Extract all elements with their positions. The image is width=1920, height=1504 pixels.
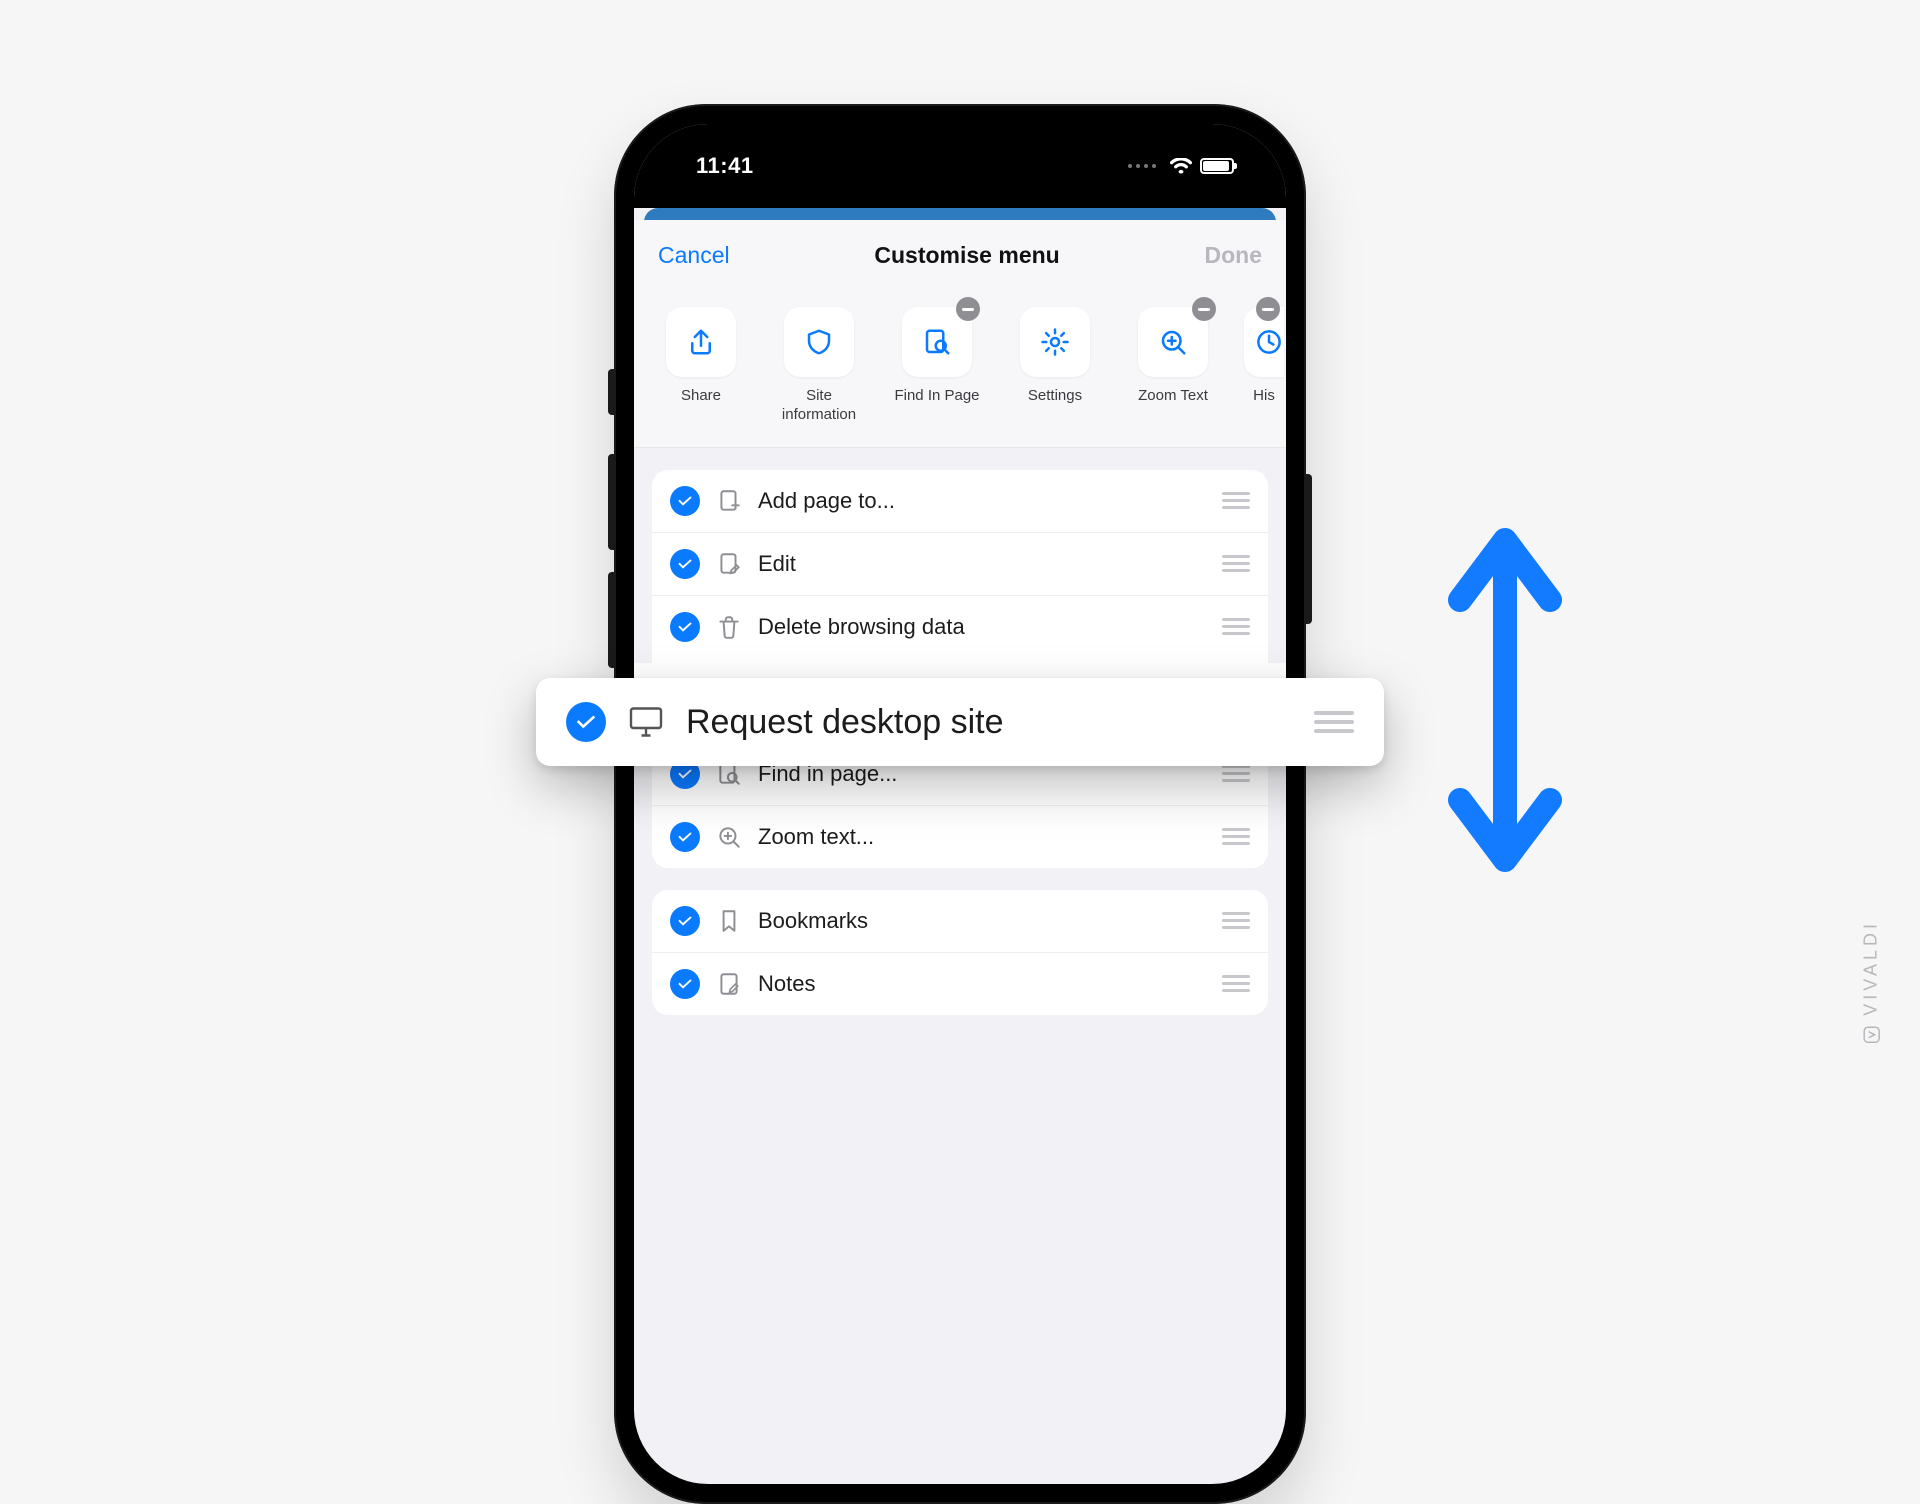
- drag-handle-icon[interactable]: [1222, 971, 1250, 996]
- remove-card-icon[interactable]: [956, 297, 980, 321]
- card-label: Site information: [772, 387, 866, 425]
- toolbar-card[interactable]: Zoom Text: [1126, 307, 1220, 425]
- card-label: Find In Page: [894, 387, 979, 423]
- done-button[interactable]: Done: [1205, 242, 1263, 269]
- toolbar-card[interactable]: Settings: [1008, 307, 1102, 425]
- wifi-icon: [1170, 158, 1192, 174]
- customise-sheet: Cancel Customise menu Done Share Site inf…: [634, 220, 1286, 1015]
- volume-down-button: [608, 572, 614, 668]
- check-icon[interactable]: [670, 612, 700, 642]
- battery-icon: [1200, 158, 1234, 174]
- gear-icon: [1020, 307, 1090, 377]
- desktop-icon: [628, 704, 664, 740]
- menu-row[interactable]: Zoom text...: [652, 805, 1268, 868]
- toolbar-card[interactable]: Share: [654, 307, 748, 425]
- phone-frame: 11:41 Cancel Customise menu Done Share Si…: [614, 104, 1306, 1504]
- check-icon[interactable]: [670, 486, 700, 516]
- cancel-button[interactable]: Cancel: [658, 242, 730, 269]
- toolbar-card[interactable]: Site information: [772, 307, 866, 425]
- edit-icon: [716, 551, 742, 577]
- remove-card-icon[interactable]: [1256, 297, 1280, 321]
- cellular-dots-icon: [1128, 164, 1156, 168]
- menu-row[interactable]: Notes: [652, 952, 1268, 1015]
- toolbar-card[interactable]: His: [1244, 307, 1284, 425]
- check-icon[interactable]: [566, 702, 606, 742]
- share-icon: [666, 307, 736, 377]
- shield-icon: [784, 307, 854, 377]
- menu-group-2: Bookmarks Notes: [652, 890, 1268, 1015]
- vivaldi-logo-icon: [1863, 1026, 1881, 1044]
- check-icon[interactable]: [670, 906, 700, 936]
- remove-card-icon[interactable]: [1192, 297, 1216, 321]
- card-label: Share: [681, 387, 721, 423]
- drag-handle-icon[interactable]: [1222, 908, 1250, 933]
- card-label: Settings: [1028, 387, 1082, 423]
- drag-arrow-illustration: [1440, 500, 1570, 900]
- phone-screen: 11:41 Cancel Customise menu Done Share Si…: [634, 124, 1286, 1484]
- card-label: His: [1253, 387, 1275, 423]
- toolbar-cards[interactable]: Share Site information Find In Page Setting…: [634, 289, 1286, 448]
- bookmark-icon: [716, 908, 742, 934]
- check-icon[interactable]: [670, 549, 700, 579]
- dynamic-island: [875, 142, 1045, 186]
- status-time: 11:41: [696, 153, 754, 179]
- drag-handle-icon[interactable]: [1222, 824, 1250, 849]
- card-label: Zoom Text: [1138, 387, 1208, 423]
- side-button: [608, 369, 614, 415]
- sheet-title: Customise menu: [874, 242, 1059, 269]
- check-icon[interactable]: [670, 969, 700, 999]
- menu-row[interactable]: Bookmarks: [652, 890, 1268, 952]
- zoom-icon: [716, 824, 742, 850]
- vivaldi-watermark: VIVALDI: [1861, 920, 1882, 1044]
- power-button: [1306, 474, 1312, 624]
- volume-up-button: [608, 454, 614, 550]
- row-label: Bookmarks: [758, 908, 1206, 934]
- dragged-row[interactable]: Request desktop site: [536, 678, 1384, 766]
- drag-handle-icon[interactable]: [1222, 614, 1250, 639]
- menu-row[interactable]: Add page to...: [652, 470, 1268, 532]
- row-label: Zoom text...: [758, 824, 1206, 850]
- row-label: Delete browsing data: [758, 614, 1206, 640]
- watermark-text: VIVALDI: [1861, 920, 1882, 1016]
- trash-icon: [716, 614, 742, 640]
- menu-row[interactable]: Delete browsing data: [652, 595, 1268, 658]
- add-page-icon: [716, 488, 742, 514]
- check-icon[interactable]: [670, 822, 700, 852]
- row-label: Notes: [758, 971, 1206, 997]
- menu-row[interactable]: Edit: [652, 532, 1268, 595]
- notes-icon: [716, 971, 742, 997]
- drag-handle-icon[interactable]: [1222, 488, 1250, 513]
- row-label: Add page to...: [758, 488, 1206, 514]
- toolbar-card[interactable]: Find In Page: [890, 307, 984, 425]
- row-label: Edit: [758, 551, 1206, 577]
- drag-handle-icon[interactable]: [1222, 551, 1250, 576]
- dragged-row-label: Request desktop site: [686, 703, 1292, 742]
- drag-handle-icon[interactable]: [1314, 706, 1354, 738]
